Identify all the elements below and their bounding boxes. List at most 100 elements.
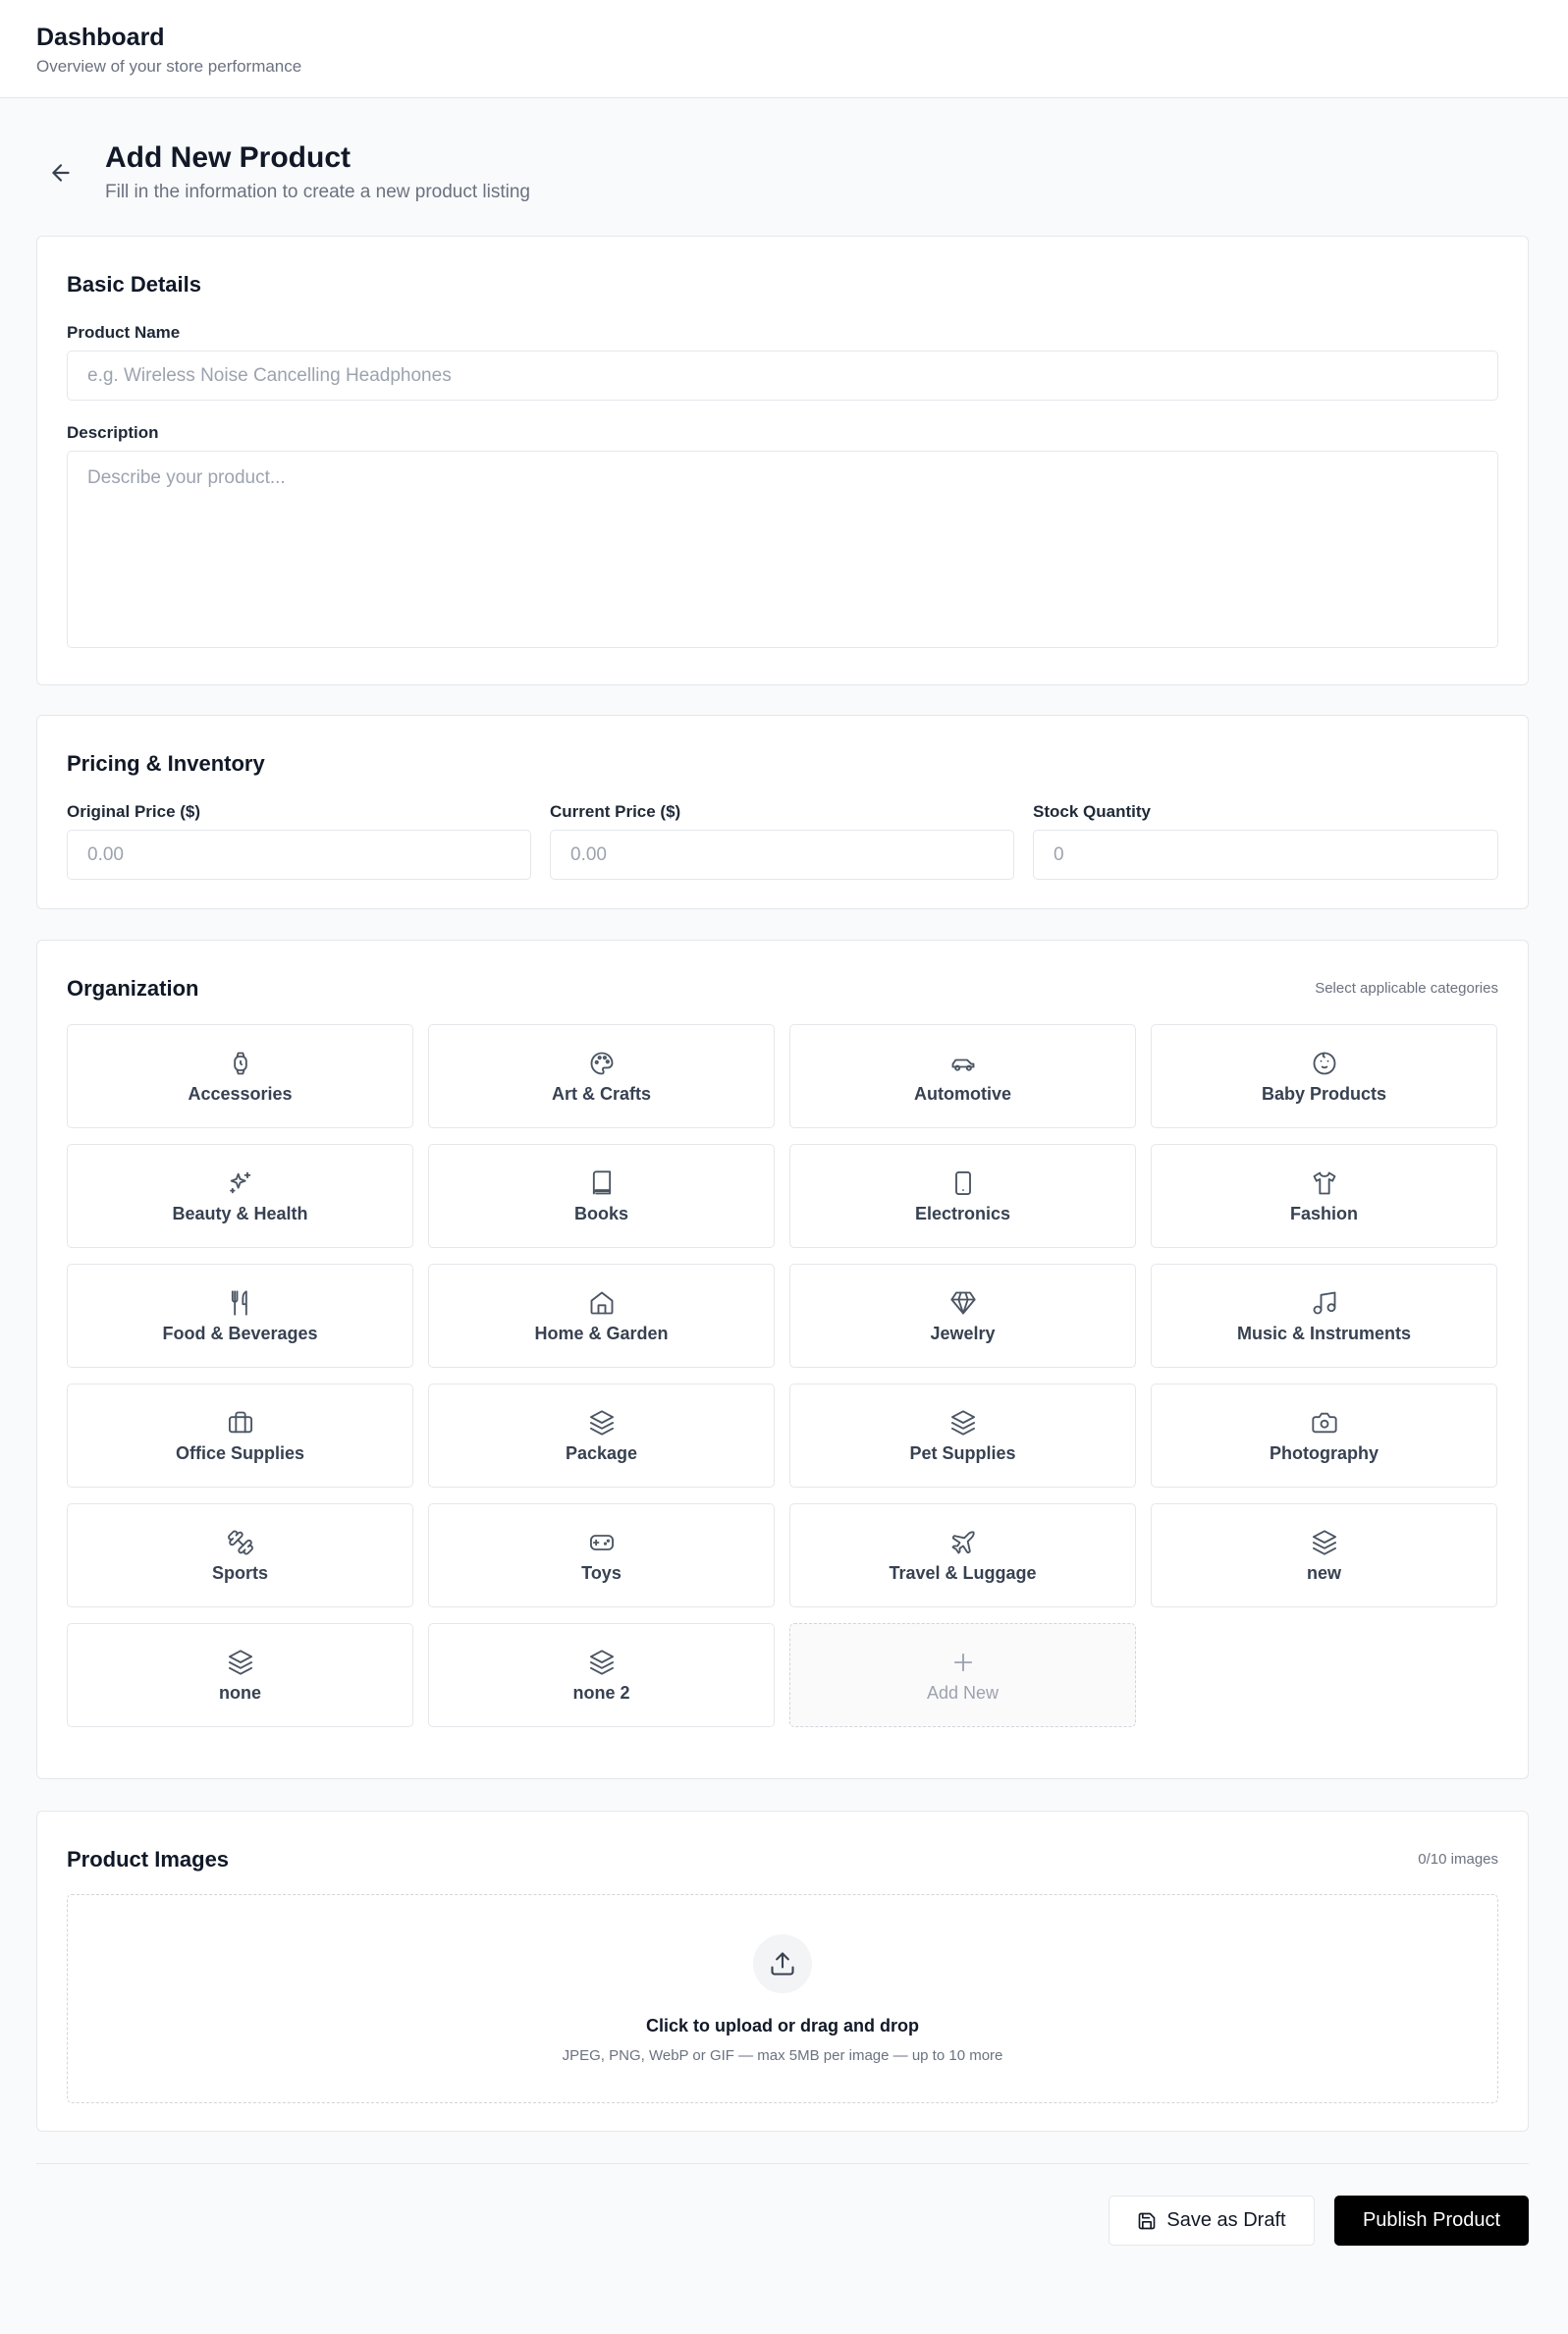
publish-label: Publish Product: [1362, 2209, 1501, 2231]
palette-icon: [587, 1049, 617, 1078]
upload-icon-circle: [753, 1934, 812, 1993]
plus-icon: [948, 1648, 978, 1677]
layers-icon: [226, 1648, 255, 1677]
car-icon: [948, 1049, 978, 1078]
category-option[interactable]: Photography: [1151, 1384, 1497, 1488]
image-dropzone[interactable]: Click to upload or drag and drop JPEG, P…: [67, 1894, 1498, 2103]
category-option[interactable]: Accessories: [67, 1024, 413, 1128]
upload-sub-text: JPEG, PNG, WebP or GIF — max 5MB per ima…: [562, 2047, 1003, 2064]
layers-icon: [1310, 1528, 1339, 1557]
category-label: Art & Crafts: [551, 1083, 651, 1104]
category-label: Package: [565, 1442, 638, 1463]
upload-main-text: Click to upload or drag and drop: [645, 2016, 919, 2035]
dashboard-subtitle: Overview of your store performance: [36, 57, 302, 76]
dashboard-title: Dashboard: [36, 24, 165, 51]
category-option[interactable]: Food & Beverages: [67, 1264, 413, 1368]
image-count: 0/10 images: [1418, 1851, 1498, 1868]
category-option[interactable]: Jewelry: [789, 1264, 1136, 1368]
description-textarea[interactable]: [67, 451, 1498, 648]
category-label: Jewelry: [930, 1323, 996, 1343]
category-option[interactable]: Music & Instruments: [1151, 1264, 1497, 1368]
house-icon: [587, 1288, 617, 1318]
product-images-card: Product Images 0/10 images Click to uplo…: [36, 1811, 1529, 2132]
category-option[interactable]: Automotive: [789, 1024, 1136, 1128]
category-option[interactable]: Beauty & Health: [67, 1144, 413, 1248]
organization-card: Organization Select applicable categorie…: [36, 940, 1529, 1779]
category-option[interactable]: Electronics: [789, 1144, 1136, 1248]
description-label: Description: [67, 423, 159, 442]
category-label: Travel & Luggage: [889, 1562, 1037, 1583]
back-button[interactable]: [43, 155, 79, 190]
gem-icon: [948, 1288, 978, 1318]
category-option[interactable]: Pet Supplies: [789, 1384, 1136, 1488]
save-icon: [1139, 2212, 1156, 2229]
layers-icon: [948, 1408, 978, 1438]
layers-icon: [587, 1648, 617, 1677]
category-label: Electronics: [914, 1203, 1011, 1223]
organization-title: Organization: [67, 976, 199, 1001]
smartphone-icon: [948, 1168, 978, 1198]
dumbbell-icon: [226, 1528, 255, 1557]
category-option[interactable]: new: [1151, 1503, 1497, 1607]
product-name-label: Product Name: [67, 323, 181, 342]
product-images-title: Product Images: [67, 1847, 230, 1872]
category-label: Add New: [926, 1682, 1000, 1703]
product-name-input[interactable]: [67, 351, 1498, 401]
shirt-icon: [1310, 1168, 1339, 1198]
stock-quantity-input[interactable]: [1033, 830, 1498, 880]
baby-icon: [1310, 1049, 1339, 1078]
category-label: Baby Products: [1261, 1083, 1387, 1104]
category-label: Automotive: [914, 1083, 1011, 1104]
save-draft-button[interactable]: Save as Draft: [1108, 2196, 1315, 2246]
category-label: Fashion: [1289, 1203, 1358, 1223]
add-new-category-button[interactable]: Add New: [789, 1623, 1136, 1727]
category-option[interactable]: Baby Products: [1151, 1024, 1497, 1128]
publish-button[interactable]: Publish Product: [1334, 2196, 1529, 2246]
category-label: Accessories: [188, 1083, 293, 1104]
category-label: Office Supplies: [175, 1442, 305, 1463]
category-label: new: [1306, 1562, 1341, 1583]
stock-quantity-label: Stock Quantity: [1033, 802, 1151, 821]
arrow-left-icon: [52, 164, 70, 182]
pricing-title: Pricing & Inventory: [67, 751, 265, 776]
category-option[interactable]: Home & Garden: [428, 1264, 775, 1368]
pricing-card: Pricing & Inventory Original Price ($) C…: [36, 715, 1529, 909]
camera-icon: [1310, 1408, 1339, 1438]
category-option[interactable]: none 2: [428, 1623, 775, 1727]
category-label: Photography: [1270, 1442, 1379, 1463]
gamepad-icon: [587, 1528, 617, 1557]
category-label: Music & Instruments: [1236, 1323, 1412, 1343]
category-option[interactable]: Books: [428, 1144, 775, 1248]
current-price-input[interactable]: [550, 830, 1014, 880]
category-option[interactable]: none: [67, 1623, 413, 1727]
briefcase-icon: [226, 1408, 255, 1438]
basic-details-title: Basic Details: [67, 272, 201, 297]
original-price-input[interactable]: [67, 830, 531, 880]
sparkles-icon: [226, 1168, 255, 1198]
basic-details-card: Basic Details Product Name Description: [36, 236, 1529, 685]
category-option[interactable]: Package: [428, 1384, 775, 1488]
category-label: none 2: [572, 1682, 630, 1703]
top-header: Dashboard Overview of your store perform…: [0, 0, 1568, 98]
category-option[interactable]: Fashion: [1151, 1144, 1497, 1248]
upload-icon: [771, 1952, 794, 1976]
current-price-label: Current Price ($): [550, 802, 681, 821]
category-option[interactable]: Art & Crafts: [428, 1024, 775, 1128]
category-label: none: [219, 1682, 261, 1703]
page-title: Add New Product: [105, 141, 351, 174]
categories-hint: Select applicable categories: [1315, 980, 1498, 997]
category-label: Home & Garden: [534, 1323, 669, 1343]
category-label: Food & Beverages: [162, 1323, 318, 1343]
save-draft-label: Save as Draft: [1166, 2209, 1286, 2231]
category-label: Toys: [581, 1562, 622, 1583]
category-option[interactable]: Office Supplies: [67, 1384, 413, 1488]
original-price-label: Original Price ($): [67, 802, 201, 821]
layers-icon: [587, 1408, 617, 1438]
category-option[interactable]: Sports: [67, 1503, 413, 1607]
book-icon: [587, 1168, 617, 1198]
watch-icon: [226, 1049, 255, 1078]
category-label: Books: [573, 1203, 628, 1223]
plane-icon: [948, 1528, 978, 1557]
category-option[interactable]: Toys: [428, 1503, 775, 1607]
category-option[interactable]: Travel & Luggage: [789, 1503, 1136, 1607]
